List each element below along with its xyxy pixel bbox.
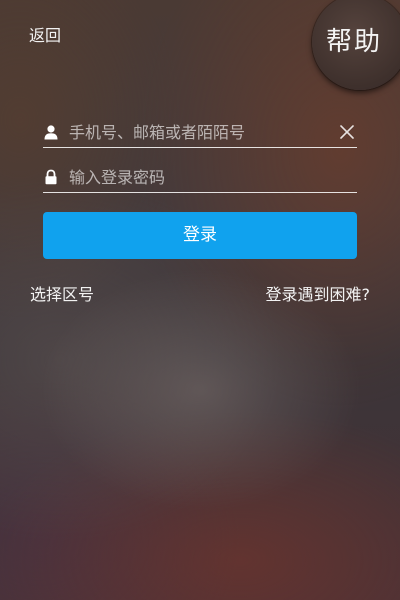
lock-icon xyxy=(45,169,57,185)
user-icon xyxy=(44,125,58,140)
back-link[interactable]: 返回 xyxy=(29,26,61,46)
phone-field xyxy=(43,117,357,148)
select-region-link[interactable]: 选择区号 xyxy=(30,285,94,305)
password-input[interactable] xyxy=(69,165,319,189)
help-button-label: 帮助 xyxy=(326,27,383,57)
help-button[interactable]: 帮助 xyxy=(312,0,400,90)
password-field xyxy=(43,162,357,193)
login-trouble-link[interactable]: 登录遇到困难? xyxy=(266,285,371,305)
clear-icon[interactable] xyxy=(339,124,355,140)
phone-input[interactable] xyxy=(69,120,319,144)
login-button[interactable]: 登录 xyxy=(43,212,357,259)
